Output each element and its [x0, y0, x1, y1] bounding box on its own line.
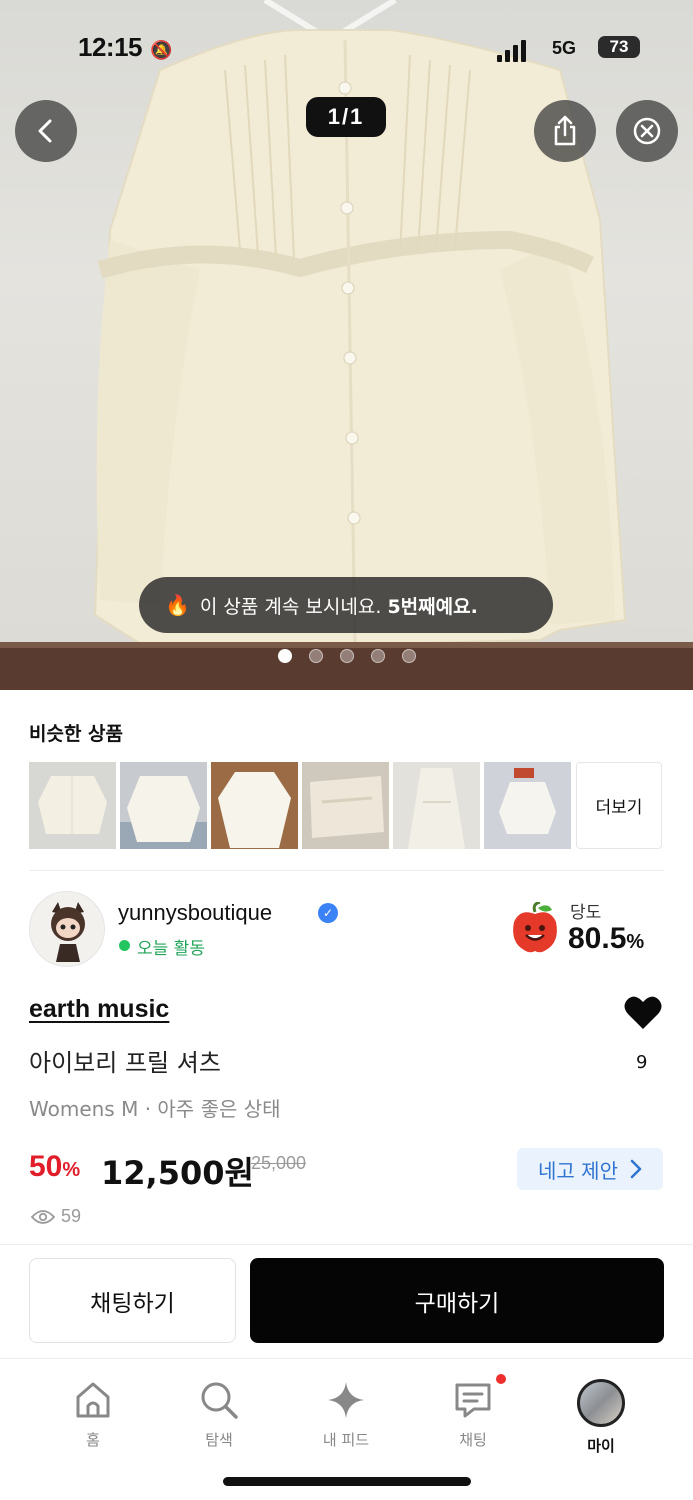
similar-products-title: 비슷한 상품 — [29, 723, 124, 745]
page-dot — [278, 649, 292, 663]
mute-bell-icon: 🔕 — [150, 40, 173, 61]
close-icon — [633, 117, 661, 145]
photo-counter: 1/1 — [306, 97, 386, 137]
nav-chat[interactable]: 채팅 — [428, 1379, 518, 1450]
chat-notification-dot — [496, 1374, 506, 1384]
similar-product-thumb[interactable] — [302, 762, 389, 849]
status-bar: 12:15 🔕 5G 73 — [0, 30, 693, 70]
heart-icon[interactable] — [623, 995, 663, 1031]
apple-sweetness-icon — [513, 902, 557, 953]
seller-activity: 오늘 활동 — [137, 939, 205, 959]
similar-product-thumb[interactable] — [393, 762, 480, 849]
page-dot — [340, 649, 354, 663]
chat-button[interactable]: 채팅하기 — [29, 1258, 236, 1343]
offer-button[interactable]: 네고 제안 — [517, 1148, 663, 1190]
close-button[interactable] — [616, 100, 678, 162]
toast-text: 이 상품 계속 보시네요. 5번째예요. — [199, 595, 478, 618]
home-icon — [76, 1382, 110, 1418]
network-label: 5G — [552, 38, 577, 58]
sale-price: 12,500원 — [101, 1154, 254, 1192]
seller-avatar[interactable] — [29, 891, 105, 967]
similar-product-thumb[interactable] — [29, 762, 116, 849]
similar-product-thumb[interactable] — [484, 762, 571, 849]
like-count: 9 — [636, 1052, 648, 1073]
share-button[interactable] — [534, 100, 596, 162]
active-status-dot — [119, 940, 130, 951]
signal-icon — [497, 38, 526, 62]
fire-icon: 🔥 — [165, 593, 190, 617]
page-dot — [402, 649, 416, 663]
share-icon — [554, 115, 576, 146]
verified-badge-icon: ✓ — [318, 903, 338, 923]
battery-indicator: 73 — [598, 36, 640, 58]
original-price: 25,000 — [251, 1153, 307, 1173]
seller-name[interactable]: yunnysboutique — [118, 900, 272, 926]
discount-rate: 50% — [29, 1150, 81, 1183]
eye-icon — [31, 1209, 55, 1224]
sparkle-icon — [328, 1382, 364, 1418]
buy-button[interactable]: 구매하기 — [250, 1258, 664, 1343]
back-button[interactable] — [15, 100, 77, 162]
nav-chat-label: 채팅 — [459, 1431, 487, 1449]
sweetness-label: 당도 — [570, 903, 602, 923]
nav-search-label: 탐색 — [205, 1431, 233, 1449]
offer-label: 네고 제안 — [538, 1158, 618, 1183]
similar-products-row: 더보기 — [29, 762, 662, 849]
similar-product-thumb[interactable] — [211, 762, 298, 849]
nav-home[interactable]: 홈 — [48, 1379, 138, 1450]
divider — [0, 1244, 693, 1245]
nav-me-label: 마이 — [587, 1437, 615, 1455]
home-indicator[interactable] — [223, 1477, 471, 1486]
view-count-toast: 🔥 이 상품 계속 보시네요. 5번째예요. — [139, 577, 553, 633]
similar-product-thumb[interactable] — [120, 762, 207, 849]
page-dot — [371, 649, 385, 663]
nav-me[interactable]: 마이 — [556, 1379, 646, 1456]
product-meta: Womens M · 아주 좋은 상태 — [29, 1097, 281, 1121]
nav-feed-label: 내 피드 — [322, 1431, 370, 1449]
product-title: 아이보리 프릴 셔츠 — [29, 1049, 221, 1077]
photo-pagination — [278, 649, 416, 663]
chat-bubble-icon — [455, 1383, 491, 1418]
nav-home-label: 홈 — [86, 1431, 100, 1449]
chevron-left-icon — [38, 119, 52, 143]
page-dot — [309, 649, 323, 663]
status-time: 12:15 — [78, 32, 143, 62]
divider — [29, 870, 664, 871]
nav-feed[interactable]: 내 피드 — [301, 1379, 391, 1450]
sweetness-value: 80.5% — [568, 922, 645, 955]
profile-avatar — [577, 1379, 625, 1427]
chevron-right-icon — [630, 1159, 642, 1179]
similar-more-button[interactable]: 더보기 — [576, 762, 662, 849]
search-icon — [201, 1382, 238, 1419]
product-photo[interactable]: 12:15 🔕 5G 73 1/1 🔥 이 상품 계속 보시네요. 5번째예요. — [0, 0, 693, 690]
view-count: 59 — [31, 1206, 81, 1227]
nav-search[interactable]: 탐색 — [174, 1379, 264, 1450]
brand-link[interactable]: earth music — [29, 995, 169, 1024]
